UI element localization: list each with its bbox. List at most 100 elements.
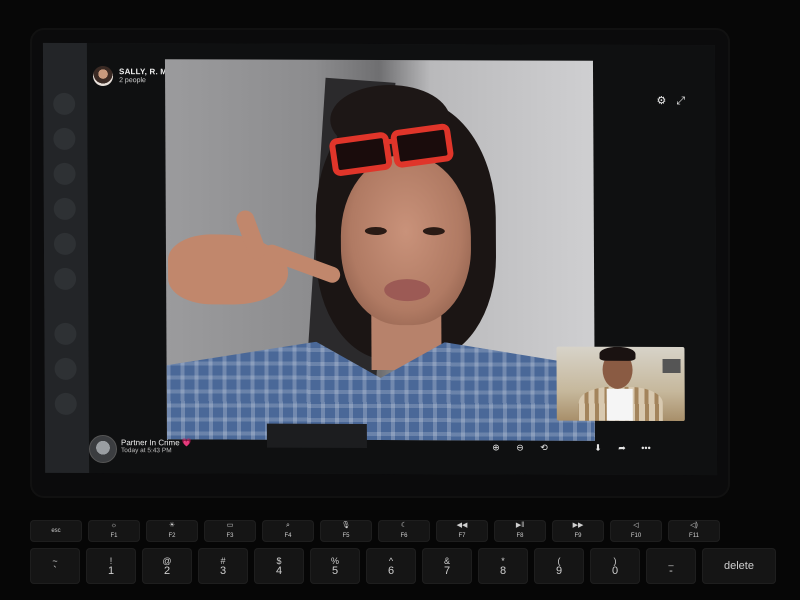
key-lower: 4	[275, 565, 283, 577]
key-esc[interactable]: esc	[30, 520, 82, 542]
function-key-row: esc ☼ F1 ☀ F2 ▭ F3 ⌕ F4 🎙 F5 ☾ F6 ◀◀ F7 ▶‖ F8 ▶▶…	[30, 520, 720, 542]
key-1[interactable]: ! 1	[86, 548, 136, 584]
gear-icon[interactable]: ⚙	[656, 95, 666, 107]
key-f11[interactable]: ◁) F11	[668, 520, 720, 542]
download-icon[interactable]: ⬇	[593, 443, 603, 454]
key-symbol: ☀	[168, 522, 176, 529]
eye	[364, 226, 387, 236]
lips	[384, 279, 431, 302]
key-f1[interactable]: ☼ F1	[88, 520, 140, 542]
key-label: F10	[630, 533, 642, 539]
sidebar-item-icon[interactable]	[54, 357, 77, 380]
key-symbol: ◁)	[690, 522, 698, 529]
key-lower: 3	[219, 565, 227, 577]
lens	[328, 131, 394, 178]
avatar	[92, 65, 114, 87]
key-0[interactable]: ) 0	[590, 548, 640, 584]
sidebar-item-icon[interactable]	[53, 162, 76, 185]
forward-icon[interactable]: ➦	[617, 443, 627, 454]
key-f9[interactable]: ▶▶ F9	[552, 520, 604, 542]
key-label: F8	[516, 533, 524, 539]
key-lower: -	[669, 565, 673, 577]
key-symbol: ◀◀	[456, 522, 468, 529]
key-5[interactable]: % 5	[310, 548, 360, 584]
key-lower: 7	[443, 565, 451, 577]
pip-person-shirt	[606, 388, 633, 421]
key-symbol: ☼	[110, 522, 118, 529]
key-lower: 5	[331, 565, 339, 577]
sidebar-item-icon[interactable]	[54, 267, 77, 290]
remote-video	[164, 59, 595, 441]
rotate-icon[interactable]: ⟲	[539, 443, 549, 454]
key-symbol: ⌕	[286, 522, 290, 529]
sidebar-item-icon[interactable]	[53, 92, 76, 115]
key-delete[interactable]: delete	[702, 548, 776, 584]
message-time: Today at 5:43 PM	[120, 447, 172, 455]
key-label: F5	[342, 533, 350, 539]
pip-person-hair	[599, 346, 636, 361]
key-2[interactable]: @2	[142, 548, 192, 584]
sender-avatar	[88, 434, 118, 464]
person-face	[340, 154, 472, 326]
key-label: F2	[168, 533, 176, 539]
sidebar-item-icon[interactable]	[53, 232, 76, 255]
pip-background-shelf	[662, 358, 681, 374]
key-6[interactable]: ^ 6	[366, 548, 416, 584]
key-lower: 1	[107, 565, 115, 577]
key-f2[interactable]: ☀ F2	[146, 520, 198, 542]
keyboard: esc ☼ F1 ☀ F2 ▭ F3 ⌕ F4 🎙 F5 ☾ F6 ◀◀ F7 ▶‖ F8 ▶▶…	[0, 510, 800, 600]
key-f6[interactable]: ☾ F6	[378, 520, 430, 542]
key-f8[interactable]: ▶‖ F8	[494, 520, 546, 542]
sidebar-item-icon[interactable]	[54, 392, 77, 415]
sidebar-item-icon[interactable]	[53, 127, 76, 150]
key-lower: 6	[387, 565, 395, 577]
key-minus[interactable]: _ -	[646, 548, 696, 584]
key-f3[interactable]: ▭ F3	[204, 520, 256, 542]
key-backtick[interactable]: ~ `	[30, 548, 80, 584]
redacted-bar	[266, 423, 367, 448]
key-lower: `	[53, 565, 57, 577]
more-icon[interactable]: •••	[641, 443, 651, 454]
app-sidebar	[42, 42, 91, 473]
top-controls: ⚙ ⤢	[656, 95, 685, 107]
zoom-in-icon[interactable]: ⊕	[491, 442, 501, 453]
key-9[interactable]: (9	[534, 548, 584, 584]
key-f10[interactable]: ◁ F10	[610, 520, 662, 542]
key-lower: 9	[555, 565, 563, 577]
key-label: F4	[284, 533, 292, 539]
key-label: esc	[51, 528, 61, 534]
self-view-video[interactable]	[556, 346, 685, 422]
key-f5[interactable]: 🎙 F5	[320, 520, 372, 542]
key-lower: 2	[163, 565, 171, 577]
laptop-screen: SALLY, R. M. K 2 people ⚙ ⤢ Partner In C…	[42, 42, 718, 476]
eye	[422, 227, 445, 236]
key-7[interactable]: & 7	[422, 548, 472, 584]
key-label: F11	[689, 533, 699, 539]
zoom-out-icon[interactable]: ⊖	[515, 442, 525, 453]
key-lower: delete	[724, 560, 754, 572]
number-key-row: ~ ` ! 1 @2 #3 $4 % 5 ^ 6 & 7 * 8 (9 ) 0 _ - dele…	[30, 548, 776, 584]
key-3[interactable]: #3	[198, 548, 248, 584]
sidebar-item-icon[interactable]	[53, 197, 76, 220]
key-f7[interactable]: ◀◀ F7	[436, 520, 488, 542]
key-symbol: ☾	[400, 522, 408, 529]
key-label: F7	[458, 533, 466, 539]
key-lower: 8	[499, 565, 507, 577]
key-symbol: ▶‖	[515, 522, 525, 529]
lens	[389, 122, 455, 169]
sender-name: Partner In Crime	[120, 438, 180, 448]
key-4[interactable]: $4	[254, 548, 304, 584]
key-lower: 0	[611, 565, 619, 577]
key-8[interactable]: * 8	[478, 548, 528, 584]
key-symbol: ◁	[633, 522, 639, 529]
sidebar-item-icon[interactable]	[54, 322, 77, 345]
key-label: F3	[226, 533, 234, 539]
call-window: SALLY, R. M. K 2 people ⚙ ⤢ Partner In C…	[86, 42, 718, 476]
key-symbol: ▶▶	[572, 522, 584, 529]
expand-icon[interactable]: ⤢	[676, 95, 685, 107]
media-controls: ⊕ ⊖ ⟲ ⬇ ➦ •••	[491, 442, 651, 454]
key-f4[interactable]: ⌕ F4	[262, 520, 314, 542]
key-symbol: ▭	[226, 522, 234, 529]
key-label: F1	[110, 533, 118, 539]
